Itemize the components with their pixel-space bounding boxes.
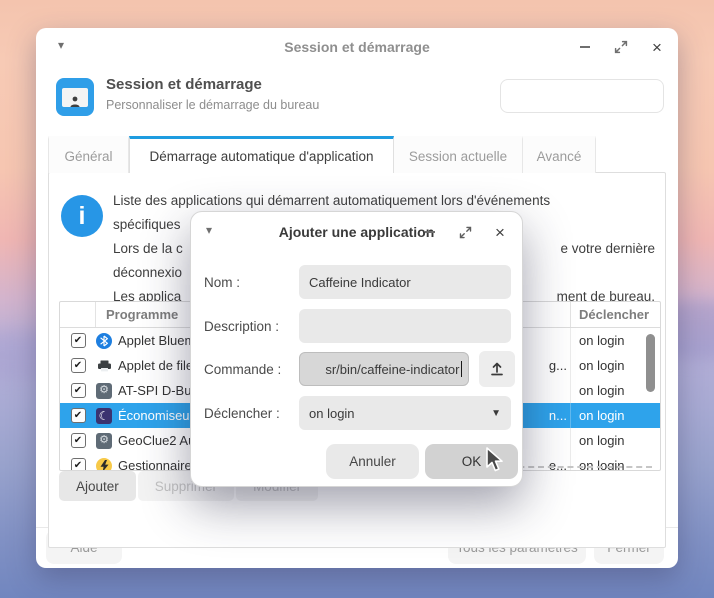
command-label: Commande : [204, 352, 281, 386]
checkbox-checked[interactable]: ✔ [71, 408, 86, 423]
maximize-icon [459, 226, 472, 239]
dialog-titlebar: ▾ Ajouter une application × [191, 212, 522, 252]
page-subtitle: Personnaliser le démarrage du bureau [106, 98, 319, 112]
program-name: Gestionnaire [118, 458, 192, 471]
description-label: Description : [204, 309, 279, 343]
trigger-label: Déclencher : [204, 396, 280, 430]
checkbox-checked[interactable]: ✔ [71, 333, 86, 348]
gear-icon: ⚙ [96, 383, 112, 399]
minimize-icon [580, 46, 590, 48]
minimize-button[interactable] [576, 38, 594, 56]
close-button[interactable]: × [648, 38, 666, 56]
dialog-maximize-button[interactable] [456, 223, 474, 241]
upload-icon [489, 361, 505, 377]
tab-advanced[interactable]: Avancé [523, 136, 596, 173]
name-input[interactable]: Caffeine Indicator [299, 265, 511, 299]
info-icon: i [61, 195, 103, 237]
maximize-icon [614, 40, 628, 54]
name-label: Nom : [204, 265, 240, 299]
maximize-button[interactable] [612, 38, 630, 56]
command-value: sr/bin/caffeine-indicator [325, 362, 459, 377]
info-line: Liste des applications qui démarrent aut… [113, 189, 550, 213]
info-line: Lors de la c [113, 237, 183, 261]
add-button[interactable]: Ajouter [59, 471, 136, 501]
program-name: Applet de file [118, 358, 193, 373]
window-menu-icon[interactable]: ▾ [52, 38, 70, 52]
close-icon: × [495, 224, 505, 241]
minimize-icon [425, 231, 435, 233]
info-line: spécifiques [113, 213, 181, 237]
bluetooth-icon [96, 333, 112, 349]
info-line: déconnexio [113, 261, 182, 285]
user-badge-icon [62, 88, 88, 107]
command-fragment: e... [540, 458, 570, 471]
window-titlebar: ▾ Session et démarrage × [36, 28, 678, 66]
program-name: AT-SPI D-Bus [118, 383, 198, 398]
tab-bar: Général Démarrage automatique d'applicat… [48, 136, 596, 173]
tab-current-session[interactable]: Session actuelle [394, 136, 523, 173]
program-name: Applet Bluem [118, 333, 195, 348]
browse-command-button[interactable] [479, 351, 515, 387]
dialog-close-button[interactable]: × [491, 223, 509, 241]
description-input[interactable] [299, 309, 511, 343]
checkbox-column-header [60, 302, 96, 327]
close-icon: × [652, 39, 662, 56]
tab-autostart[interactable]: Démarrage automatique d'application [129, 136, 394, 173]
search-box[interactable] [500, 79, 664, 113]
page-title: Session et démarrage [106, 76, 262, 93]
text-caret [461, 361, 463, 377]
command-input[interactable]: sr/bin/caffeine-indicator [299, 352, 469, 386]
name-value: Caffeine Indicator [309, 275, 411, 290]
add-application-dialog: ▾ Ajouter une application × Nom : Caffei… [190, 211, 523, 487]
chevron-down-icon: ▼ [491, 408, 501, 419]
cancel-button[interactable]: Annuler [326, 444, 419, 479]
bolt-icon [96, 458, 112, 472]
checkbox-checked[interactable]: ✔ [71, 458, 86, 471]
trigger-value: on login [570, 453, 660, 471]
trigger-value: on login [570, 403, 660, 428]
dialog-minimize-button[interactable] [421, 223, 439, 241]
moon-icon: ☾ [96, 408, 112, 424]
tab-general[interactable]: Général [48, 136, 129, 173]
trigger-selected-value: on login [309, 406, 355, 421]
gear-icon: ⚙ [96, 433, 112, 449]
mouse-cursor [484, 446, 506, 474]
dialog-header: Session et démarrage Personnaliser le dé… [36, 66, 678, 130]
trigger-value: on login [570, 428, 660, 453]
command-fragment: g... [540, 358, 570, 373]
command-fragment: n... [540, 408, 570, 423]
session-app-icon [56, 78, 94, 116]
trigger-column-header[interactable]: Déclencher [570, 302, 660, 327]
printer-icon [96, 358, 112, 374]
checkbox-checked[interactable]: ✔ [71, 383, 86, 398]
checkbox-checked[interactable]: ✔ [71, 433, 86, 448]
info-line: e votre dernière [560, 237, 655, 261]
program-name: GeoClue2 Au [118, 433, 195, 448]
search-input[interactable] [501, 89, 695, 104]
dialog-menu-icon[interactable]: ▾ [206, 223, 212, 237]
program-name: Économiseur [118, 408, 194, 423]
checkbox-checked[interactable]: ✔ [71, 358, 86, 373]
table-scrollbar[interactable] [646, 334, 655, 392]
trigger-select[interactable]: on login ▼ [299, 396, 511, 430]
